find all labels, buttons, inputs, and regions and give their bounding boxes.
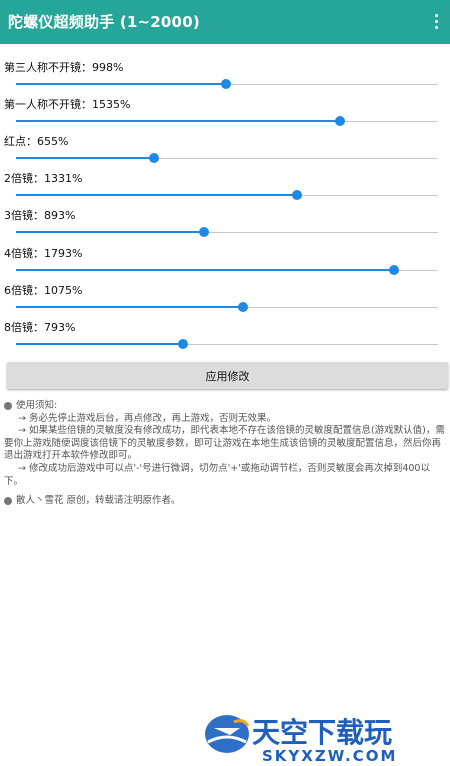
usage-notes: 使用须知: → 务必先停止游戏后台，再点修改，再上游戏，否则无效果。 → 如果某…	[4, 400, 448, 508]
watermark-name: 天空下载玩	[252, 716, 392, 749]
setting-row: 3倍镜：893%	[0, 207, 450, 244]
sensitivity-slider[interactable]	[16, 301, 438, 315]
setting-label: 第三人称不开镜：998%	[4, 61, 124, 74]
sensitivity-slider[interactable]	[16, 152, 438, 166]
sensitivity-slider[interactable]	[16, 78, 438, 92]
bullet-icon	[4, 402, 12, 410]
slider-fill	[16, 120, 340, 123]
bullet-icon	[4, 497, 12, 506]
app-title: 陀螺仪超频助手 (1~2000)	[8, 13, 200, 31]
slider-fill	[16, 194, 297, 197]
apply-button[interactable]: 应用修改	[7, 362, 448, 389]
note-item-3: → 修改成功后游戏中可以点'-'号进行微调，切勿点'+'或拖动调节栏，否则灵敏度…	[4, 462, 430, 487]
slider-thumb[interactable]	[149, 153, 160, 164]
setting-label: 4倍镜：1793%	[4, 246, 83, 260]
slider-fill	[16, 305, 243, 308]
watermark-domain: SKYXZW.COM	[262, 747, 397, 765]
credit-text: 散人丶雪花 原创，转载请注明原作者。	[16, 495, 181, 507]
slider-thumb[interactable]	[178, 338, 189, 349]
sensitivity-slider[interactable]	[16, 226, 438, 240]
slider-thumb[interactable]	[334, 116, 345, 127]
sensitivity-slider[interactable]	[16, 264, 438, 278]
slider-fill	[16, 83, 227, 85]
setting-label: 8倍镜：793%	[4, 320, 76, 334]
sensitivity-slider[interactable]	[16, 189, 438, 203]
setting-label: 2倍镜：1331%	[4, 172, 83, 186]
setting-row: 第一人称不开镜：1535%	[0, 96, 450, 133]
setting-label: 红点：655%	[4, 135, 69, 149]
setting-label: 3倍镜：893%	[4, 209, 76, 223]
slider-thumb[interactable]	[237, 301, 248, 312]
note-item-2: → 如果某些倍镜的灵敏度没有修改成功，即代表本地不存在该倍镜的灵敏度配置信息(游…	[4, 425, 445, 462]
overflow-menu-icon[interactable]	[430, 12, 442, 32]
sensitivity-slider[interactable]	[16, 115, 438, 129]
setting-label: 第一人称不开镜：1535%	[4, 98, 131, 112]
credit-row: 散人丶雪花 原创，转载请注明原作者。	[4, 495, 448, 508]
site-watermark-logo: 天空下载玩 SKYXZW.COM	[205, 715, 397, 765]
setting-label: 6倍镜：1075%	[4, 283, 83, 297]
notes-heading: 使用须知:	[16, 400, 58, 411]
slider-fill	[16, 157, 155, 160]
slider-thumb[interactable]	[199, 227, 210, 238]
app-bar: 陀螺仪超频助手 (1~2000)	[0, 0, 450, 44]
setting-row: 红点：655%	[0, 133, 450, 170]
slider-fill	[16, 268, 395, 271]
setting-row: 2倍镜：1331%	[0, 170, 450, 207]
slider-thumb[interactable]	[389, 264, 400, 275]
setting-row: 8倍镜：793%	[0, 319, 450, 356]
setting-row: 4倍镜：1793%	[0, 245, 450, 282]
slider-fill	[16, 231, 205, 234]
notes-heading-row: 使用须知:	[4, 400, 448, 413]
note-item-1: → 务必先停止游戏后台，再点修改，再上游戏，否则无效果。	[18, 412, 276, 424]
sensitivity-slider[interactable]	[16, 338, 438, 352]
setting-row: 第三人称不开镜：998%	[0, 59, 450, 96]
setting-row: 6倍镜：1075%	[0, 282, 450, 319]
slider-thumb[interactable]	[291, 190, 302, 201]
slider-fill	[16, 342, 184, 345]
slider-thumb[interactable]	[221, 79, 232, 89]
